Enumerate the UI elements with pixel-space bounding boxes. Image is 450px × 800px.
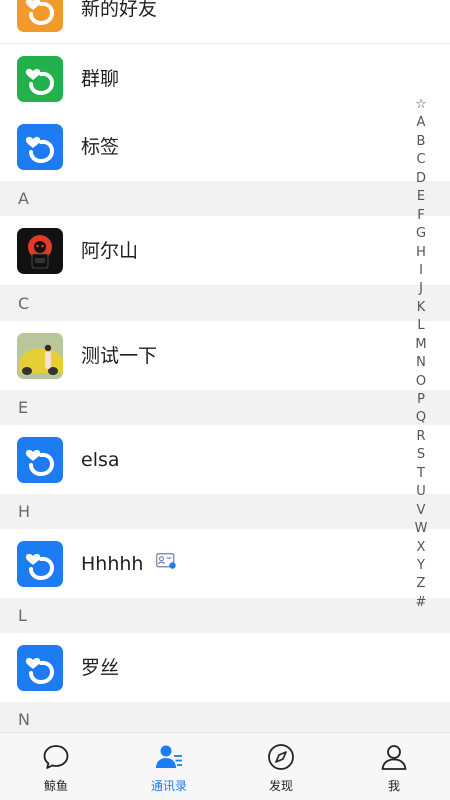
- contact-name: 测试一下: [81, 345, 158, 367]
- app-logo-icon: [17, 541, 63, 587]
- contact-name: elsa: [81, 449, 120, 471]
- section-header-h: H: [0, 494, 450, 529]
- contact-name-wrap: Hhhhh: [81, 529, 176, 599]
- contact-row[interactable]: elsa: [0, 425, 450, 495]
- index-letter[interactable]: R: [411, 428, 431, 446]
- avatar: [17, 333, 63, 379]
- tags-icon: [17, 124, 63, 170]
- compass-icon: [267, 743, 295, 771]
- index-letter[interactable]: F: [411, 207, 431, 225]
- group-chat-label: 群聊: [81, 68, 120, 90]
- contact-row[interactable]: 罗丝: [0, 633, 450, 703]
- section-header-label: H: [18, 502, 31, 521]
- index-letter[interactable]: U: [411, 483, 431, 501]
- alphabet-index[interactable]: ☆ A B C D E F G H I J K L M N O P Q R S …: [411, 96, 431, 612]
- group-chat-icon: [17, 56, 63, 102]
- index-letter[interactable]: L: [411, 317, 431, 335]
- tab-me[interactable]: 我: [338, 733, 450, 800]
- group-chat-row[interactable]: 群聊: [0, 44, 450, 114]
- index-letter[interactable]: J: [411, 280, 431, 298]
- contacts-icon: [155, 743, 183, 771]
- tab-label: 鲸鱼: [43, 779, 68, 793]
- bottom-tab-bar: 鲸鱼 通讯录 发现 我: [0, 732, 450, 800]
- new-friends-label: 新的好友: [81, 0, 158, 20]
- contact-row[interactable]: 测试一下: [0, 321, 450, 391]
- index-letter[interactable]: V: [411, 502, 431, 520]
- section-header-e: E: [0, 390, 450, 425]
- tab-label: 我: [387, 779, 400, 793]
- index-letter[interactable]: D: [411, 170, 431, 188]
- app-logo-icon: [17, 437, 63, 483]
- index-letter[interactable]: Z: [411, 575, 431, 593]
- index-letter[interactable]: W: [411, 520, 431, 538]
- tab-whale[interactable]: 鲸鱼: [0, 733, 112, 800]
- contact-name: 罗丝: [81, 657, 120, 679]
- new-friends-row[interactable]: 新的好友: [0, 0, 450, 44]
- person-icon: [380, 743, 408, 771]
- index-letter[interactable]: C: [411, 151, 431, 169]
- index-letter[interactable]: ☆: [411, 96, 431, 114]
- chat-bubble-icon: [42, 743, 70, 771]
- new-friends-icon: [17, 0, 63, 32]
- index-letter[interactable]: #: [411, 594, 431, 612]
- index-letter[interactable]: X: [411, 539, 431, 557]
- section-header-l: L: [0, 598, 450, 633]
- contact-list[interactable]: 新的好友 群聊 标签 A 阿尔山 C 测试一下 E elsa H Hhhhh L…: [0, 0, 450, 732]
- index-letter[interactable]: S: [411, 446, 431, 464]
- index-letter[interactable]: E: [411, 188, 431, 206]
- index-letter[interactable]: O: [411, 373, 431, 391]
- index-letter[interactable]: I: [411, 262, 431, 280]
- contact-name: Hhhhh: [81, 553, 144, 575]
- index-letter[interactable]: G: [411, 225, 431, 243]
- tab-label: 发现: [268, 779, 293, 793]
- index-letter[interactable]: B: [411, 133, 431, 151]
- index-letter[interactable]: Y: [411, 557, 431, 575]
- tags-label: 标签: [81, 136, 120, 158]
- section-header-a: A: [0, 181, 450, 216]
- index-letter[interactable]: M: [411, 336, 431, 354]
- index-letter[interactable]: K: [411, 299, 431, 317]
- index-letter[interactable]: T: [411, 465, 431, 483]
- tab-label: 通讯录: [150, 779, 187, 793]
- section-header-label: E: [18, 398, 29, 417]
- index-letter[interactable]: H: [411, 244, 431, 262]
- section-header-n: N: [0, 702, 450, 732]
- section-header-label: A: [18, 189, 29, 208]
- section-header-label: N: [18, 710, 30, 729]
- index-letter[interactable]: Q: [411, 409, 431, 427]
- index-letter[interactable]: N: [411, 354, 431, 372]
- section-header-c: C: [0, 286, 450, 321]
- tab-contacts[interactable]: 通讯录: [113, 733, 225, 800]
- section-header-label: C: [18, 294, 30, 313]
- contact-card-icon: [155, 528, 176, 598]
- app-logo-icon: [17, 645, 63, 691]
- index-letter[interactable]: A: [411, 114, 431, 132]
- contact-row[interactable]: Hhhhh: [0, 529, 450, 599]
- avatar: [17, 228, 63, 274]
- contact-name: 阿尔山: [81, 240, 139, 262]
- section-header-label: L: [18, 606, 27, 625]
- tab-discover[interactable]: 发现: [225, 733, 337, 800]
- contact-row[interactable]: 阿尔山: [0, 216, 450, 286]
- index-letter[interactable]: P: [411, 391, 431, 409]
- tags-row[interactable]: 标签: [0, 112, 450, 182]
